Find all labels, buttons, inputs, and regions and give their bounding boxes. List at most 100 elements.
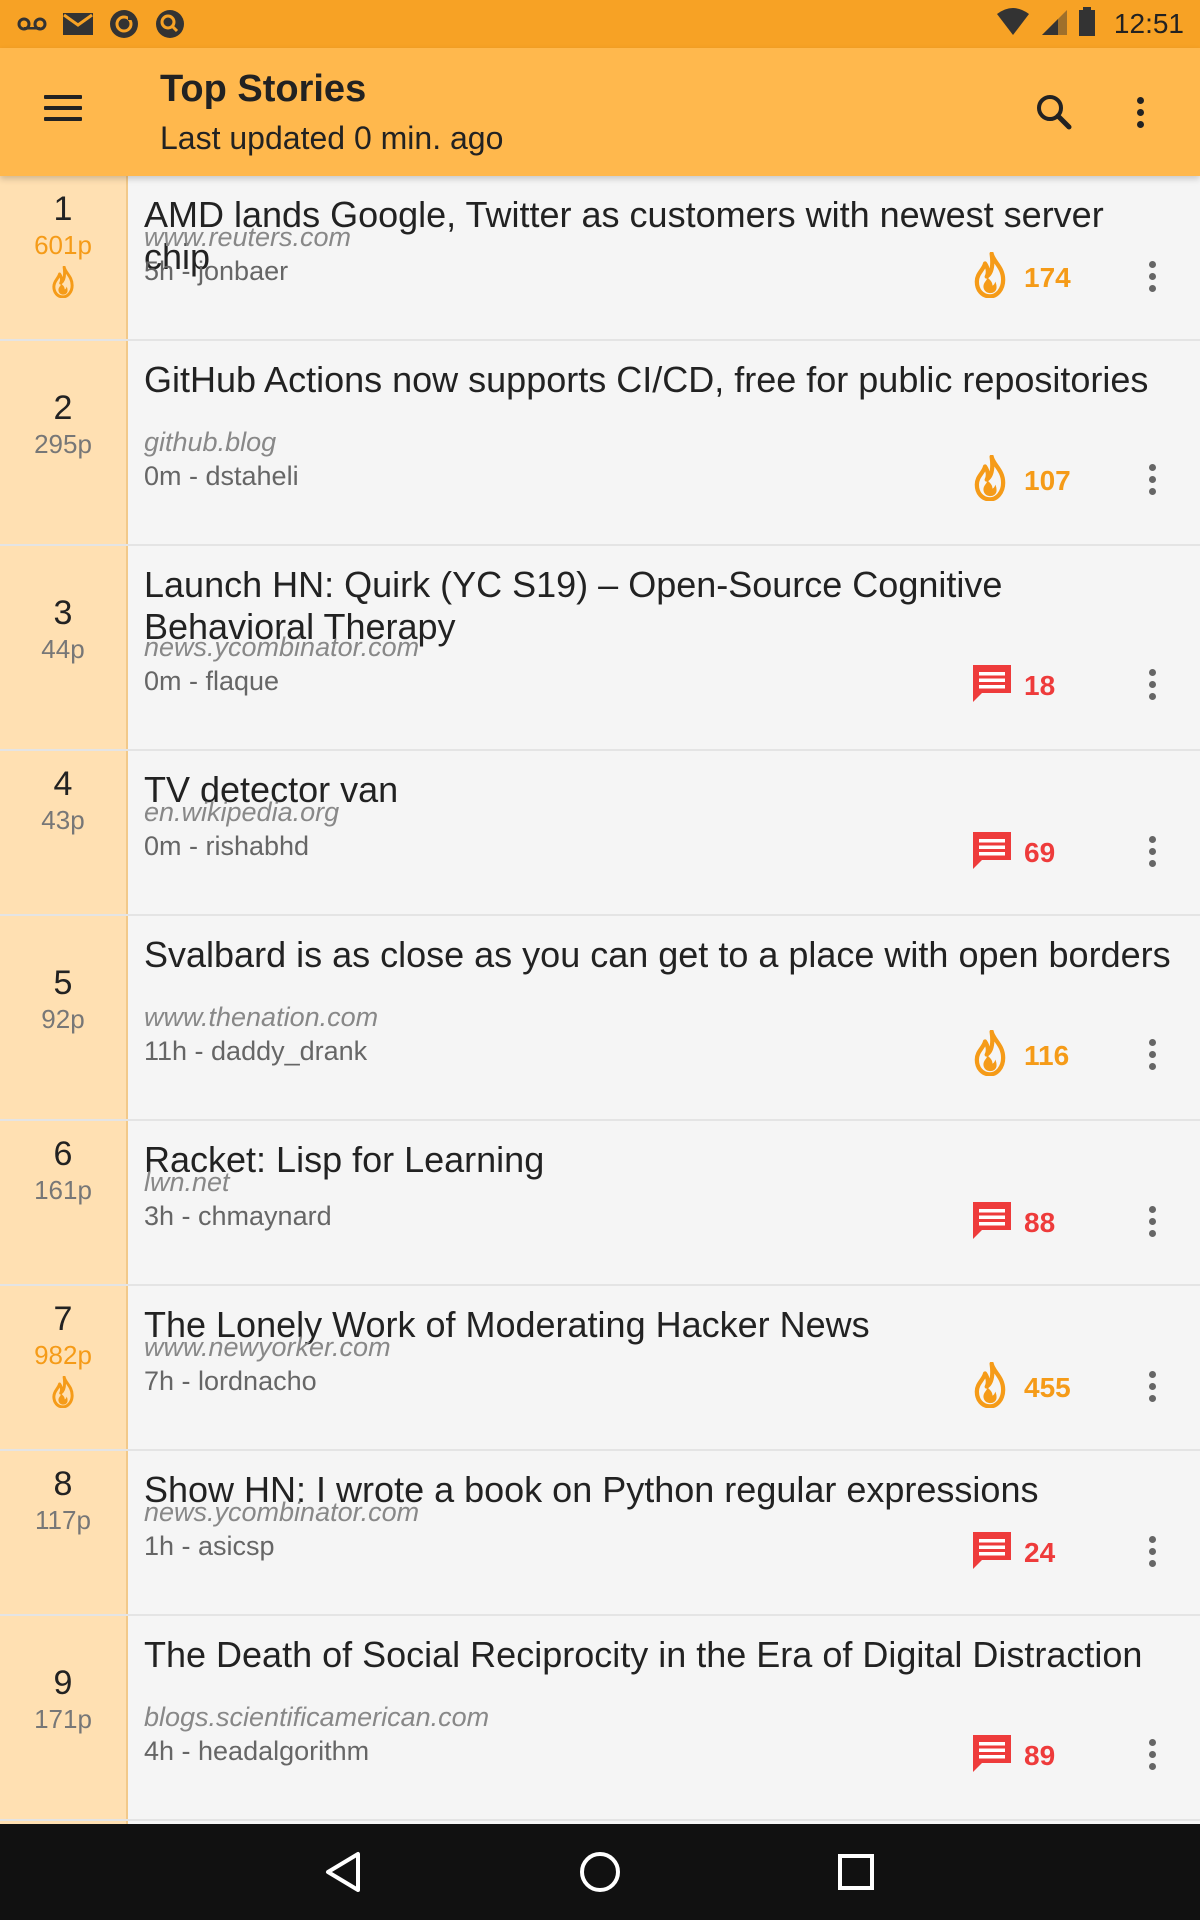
story-rank: 1 — [53, 190, 73, 228]
story-rank: 8 — [53, 1465, 73, 1503]
rank-column: 4 43p — [0, 751, 128, 914]
comment-count[interactable]: 24 — [1024, 1537, 1055, 1569]
story-title[interactable]: GitHub Actions now supports CI/CD, free … — [144, 359, 1174, 401]
story-rank: 9 — [53, 1664, 73, 1702]
comment-icon[interactable] — [970, 1732, 1014, 1776]
story-row[interactable]: 7 982p The Lonely Work of Moderating Hacke… — [0, 1286, 1200, 1451]
rank-column: 2 295p — [0, 341, 128, 544]
search-badge-icon — [154, 8, 186, 40]
story-more-icon[interactable] — [1140, 459, 1164, 499]
story-more-icon[interactable] — [1140, 256, 1164, 296]
story-meta: 0m - rishabhd — [144, 831, 310, 861]
story-more-icon[interactable] — [1140, 1201, 1164, 1241]
home-circle-icon[interactable] — [574, 1846, 626, 1898]
wifi-icon — [996, 7, 1030, 41]
story-domain: blogs.scientificamerican.com — [144, 1702, 490, 1732]
story-rank: 2 — [53, 389, 73, 427]
more-vert-icon[interactable] — [1116, 88, 1164, 136]
recents-square-icon[interactable] — [830, 1846, 882, 1898]
comment-count[interactable]: 455 — [1024, 1372, 1071, 1404]
story-meta: 0m - dstaheli — [144, 461, 299, 491]
story-points: 171p — [34, 1704, 92, 1734]
navigation-bar — [0, 1824, 1200, 1920]
story-rank: 4 — [53, 765, 73, 803]
battery-icon — [1078, 6, 1096, 42]
cell-signal-icon — [1040, 8, 1068, 41]
story-domain: news.ycombinator.com — [144, 1497, 420, 1527]
story-domain: news.ycombinator.com — [144, 632, 420, 662]
comment-icon[interactable] — [970, 662, 1014, 706]
story-row[interactable]: 6 161p Racket: Lisp for Learning lwn.net 3h … — [0, 1121, 1200, 1286]
system-icons: 12:51 — [996, 6, 1184, 42]
story-rank: 7 — [53, 1300, 73, 1338]
comment-count[interactable]: 116 — [1024, 1040, 1069, 1072]
story-row[interactable]: 2 295p GitHub Actions now supports CI/CD, … — [0, 341, 1200, 546]
back-triangle-icon[interactable] — [318, 1846, 370, 1898]
story-title[interactable]: Svalbard is as close as you can get to a… — [144, 934, 1174, 976]
flame-icon[interactable] — [970, 454, 1014, 502]
rank-column: 1 601p — [0, 176, 128, 339]
story-points: 161p — [34, 1175, 92, 1205]
story-points: 295p — [34, 429, 92, 459]
hot-flame-icon — [49, 1375, 77, 1409]
page-title: Top Stories — [160, 68, 367, 110]
story-meta: 7h - lordnacho — [144, 1366, 317, 1396]
story-rank: 6 — [53, 1135, 73, 1173]
flame-icon[interactable] — [970, 1029, 1014, 1077]
story-domain: www.thenation.com — [144, 1002, 379, 1032]
story-meta: 3h - chmaynard — [144, 1201, 332, 1231]
comment-count[interactable]: 18 — [1024, 670, 1055, 702]
mail-icon — [62, 8, 94, 40]
comment-count[interactable]: 69 — [1024, 837, 1055, 869]
story-domain: lwn.net — [144, 1167, 230, 1197]
story-rank: 5 — [53, 964, 73, 1002]
rank-column: 5 92p — [0, 916, 128, 1119]
story-points: 601p — [34, 230, 92, 260]
story-more-icon[interactable] — [1140, 1366, 1164, 1406]
story-title[interactable]: The Death of Social Reciprocity in the E… — [144, 1634, 1174, 1676]
story-rank: 3 — [53, 594, 73, 632]
story-row[interactable]: 9 171p The Death of Social Reciprocity in … — [0, 1616, 1200, 1821]
story-row[interactable]: 3 44p Launch HN: Quirk (YC S19) – Open-Sou… — [0, 546, 1200, 751]
flame-icon[interactable] — [970, 251, 1014, 299]
story-meta: 11h - daddy_drank — [144, 1036, 368, 1066]
rank-column: 7 982p — [0, 1286, 128, 1449]
story-list[interactable]: 1 601p AMD lands Google, Twitter as custom… — [0, 176, 1200, 1824]
hamburger-menu-icon[interactable] — [44, 88, 100, 136]
last-updated-label: Last updated 0 min. ago — [160, 120, 504, 156]
story-points: 117p — [35, 1505, 91, 1535]
sync-icon — [108, 8, 140, 40]
story-domain: www.reuters.com — [144, 222, 352, 252]
story-more-icon[interactable] — [1140, 664, 1164, 704]
story-more-icon[interactable] — [1140, 1531, 1164, 1571]
story-domain: github.blog — [144, 427, 277, 457]
story-more-icon[interactable] — [1140, 1034, 1164, 1074]
story-more-icon[interactable] — [1140, 831, 1164, 871]
comment-count[interactable]: 88 — [1024, 1207, 1055, 1239]
hot-flame-icon — [49, 265, 77, 299]
comment-icon[interactable] — [970, 1529, 1014, 1573]
rank-column: 9 171p — [0, 1616, 128, 1819]
rank-column: 8 117p — [0, 1451, 128, 1614]
comment-icon[interactable] — [970, 1199, 1014, 1243]
story-meta: 1h - asicsp — [144, 1531, 275, 1561]
story-domain: en.wikipedia.org — [144, 797, 340, 827]
rank-column: 6 161p — [0, 1121, 128, 1284]
clock: 12:51 — [1113, 8, 1184, 39]
rank-column: 3 44p — [0, 546, 128, 749]
story-row[interactable]: 1 601p AMD lands Google, Twitter as custom… — [0, 176, 1200, 341]
comment-count[interactable]: 107 — [1024, 465, 1071, 497]
story-meta: 5h - jonbaer — [144, 256, 289, 286]
flame-icon[interactable] — [970, 1361, 1014, 1409]
story-domain: www.newyorker.com — [144, 1332, 391, 1362]
story-row[interactable]: 5 92p Svalbard is as close as you can get … — [0, 916, 1200, 1121]
story-row[interactable]: 8 117p Show HN: I wrote a book on Python r… — [0, 1451, 1200, 1616]
app-bar: Top Stories Last updated 0 min. ago — [0, 48, 1200, 176]
story-title[interactable]: Racket: Lisp for Learning — [144, 1139, 1174, 1181]
story-more-icon[interactable] — [1140, 1734, 1164, 1774]
comment-count[interactable]: 174 — [1024, 262, 1071, 294]
comment-count[interactable]: 89 — [1024, 1740, 1055, 1772]
story-row[interactable]: 4 43p TV detector van en.wikipedia.org 0m - … — [0, 751, 1200, 916]
comment-icon[interactable] — [970, 829, 1014, 873]
search-icon[interactable] — [1030, 88, 1078, 136]
